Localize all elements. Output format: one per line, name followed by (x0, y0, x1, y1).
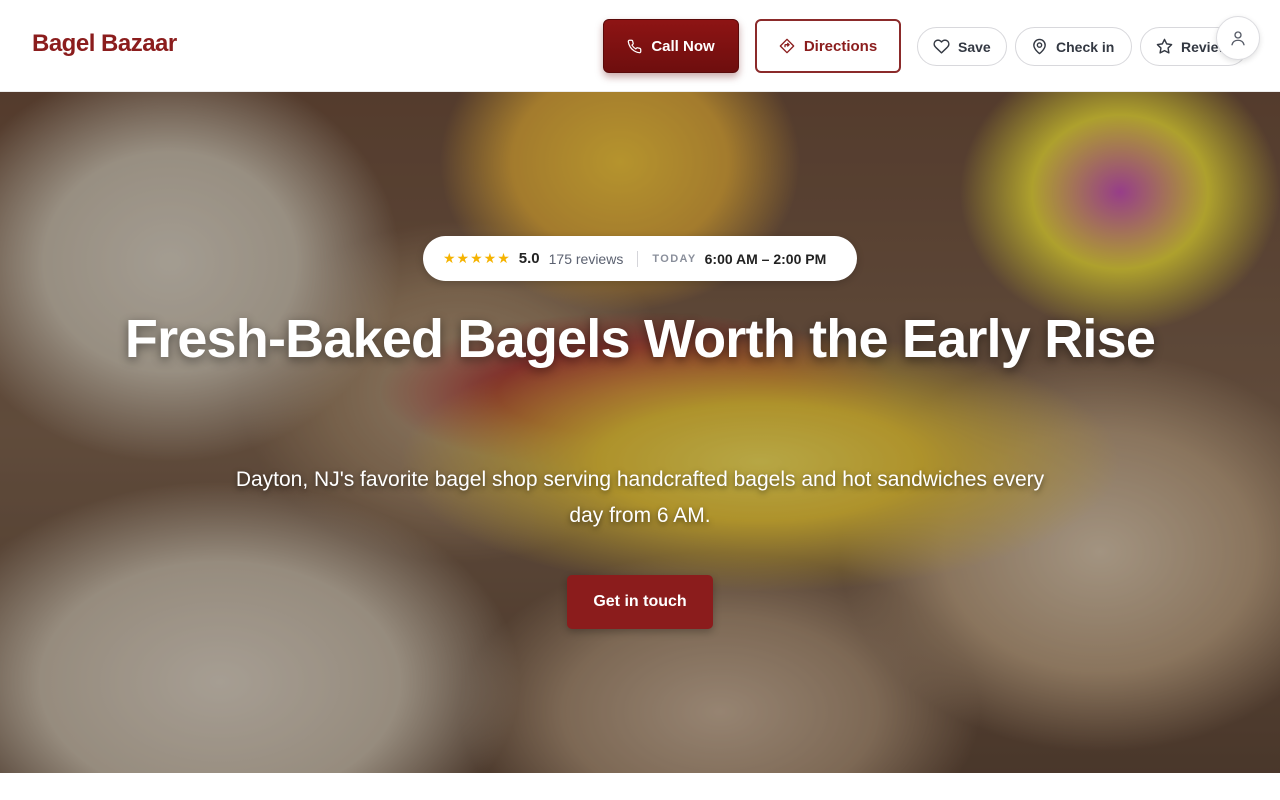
call-now-label: Call Now (651, 37, 715, 55)
map-pin-icon (1031, 38, 1048, 55)
hero-subheading: Dayton, NJ's favorite bagel shop serving… (235, 468, 1045, 527)
rating-stars: ★★★★★ (443, 250, 511, 266)
opening-hours: 6:00 AM – 2:00 PM (704, 250, 827, 267)
rating-hours-chip: ★★★★★ 5.0 175 reviews TODAY 6:00 AM – 2:… (423, 236, 857, 281)
get-in-touch-button[interactable]: Get in touch (567, 575, 713, 629)
site-header: Bagel Bazaar Call Now Directions Save Ch… (0, 0, 1280, 92)
account-button[interactable] (1216, 16, 1260, 60)
hero-headline: Fresh-Baked Bagels Worth the Early Rise (124, 309, 1156, 369)
phone-icon (627, 39, 642, 54)
hero-background-photo (0, 92, 1280, 773)
check-in-label: Check in (1056, 38, 1115, 55)
save-label: Save (958, 38, 991, 55)
save-button[interactable]: Save (917, 27, 1007, 66)
star-icon (1156, 38, 1173, 55)
review-count[interactable]: 175 reviews (549, 251, 624, 267)
check-in-button[interactable]: Check in (1015, 27, 1132, 66)
directions-button[interactable]: Directions (755, 19, 901, 73)
directions-label: Directions (803, 37, 878, 55)
user-icon (1229, 29, 1247, 47)
chip-divider (637, 250, 639, 267)
heart-icon (933, 38, 950, 55)
brand-logo[interactable]: Bagel Bazaar (32, 30, 177, 58)
directions-icon (779, 38, 795, 54)
call-now-button[interactable]: Call Now (603, 19, 739, 73)
hero-section: ★★★★★ 5.0 175 reviews TODAY 6:00 AM – 2:… (0, 92, 1280, 773)
today-label: TODAY (652, 252, 697, 265)
rating-value: 5.0 (518, 250, 540, 267)
